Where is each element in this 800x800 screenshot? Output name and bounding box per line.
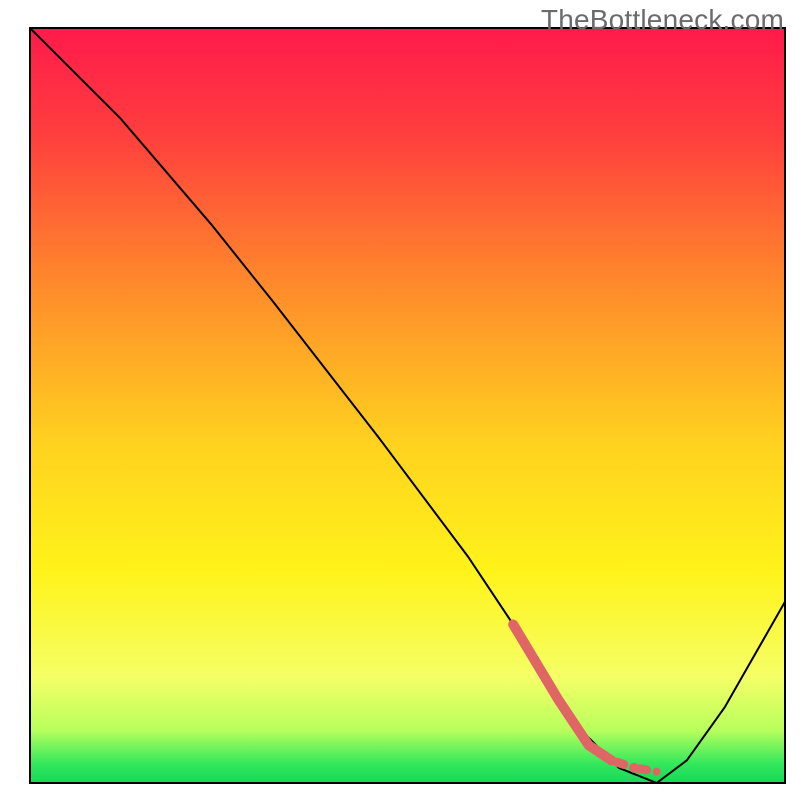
watermark-text: TheBottleneck.com [541,4,784,36]
recommended-dash [640,769,647,770]
recommended-dot [653,768,661,776]
gradient-backdrop [30,28,785,783]
chart-container: TheBottleneck.com [0,0,800,800]
plot-area [30,28,785,783]
bottleneck-chart [0,0,800,800]
recommended-dash [617,762,624,764]
